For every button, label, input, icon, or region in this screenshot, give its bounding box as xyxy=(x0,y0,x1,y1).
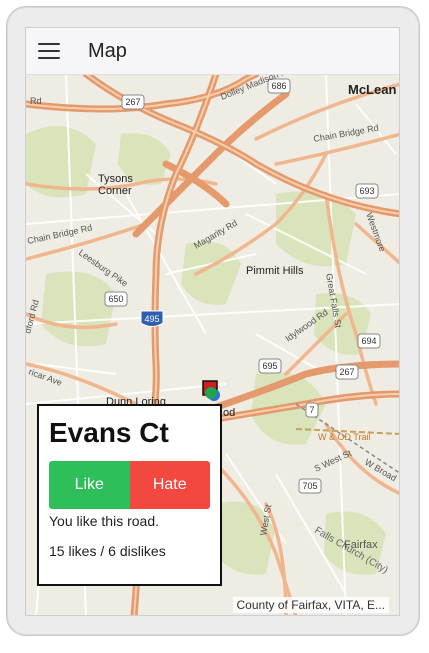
vote-counts: 15 likes / 6 dislikes xyxy=(49,543,166,559)
label-rd-top: Rd xyxy=(30,96,42,106)
label-wod-trail: W & OD Trail xyxy=(318,432,371,442)
location-marker-icon[interactable] xyxy=(202,380,226,404)
like-button[interactable]: Like xyxy=(49,461,130,509)
road-name: Evans Ct xyxy=(49,417,169,448)
label-mclean: McLean xyxy=(348,82,396,97)
shield-695: 695 xyxy=(262,361,277,371)
hate-button[interactable]: Hate xyxy=(129,461,210,509)
shield-650: 650 xyxy=(108,294,123,304)
shield-693: 693 xyxy=(359,186,374,196)
label-pimmit-hills: Pimmit Hills xyxy=(246,265,304,277)
page-title: Map xyxy=(88,39,127,62)
shield-495: 495 xyxy=(144,314,159,324)
vote-buttons: Like Hate xyxy=(49,461,210,509)
app-screen: Map 267 686 693 650 495 694 695 267 7 70… xyxy=(25,27,400,616)
shield-267-top: 267 xyxy=(125,97,140,107)
label-rd-trunc: od xyxy=(223,407,235,419)
shield-705: 705 xyxy=(302,481,317,491)
label-tysons: Tysons xyxy=(98,173,133,185)
shield-694: 694 xyxy=(361,336,376,346)
shield-7: 7 xyxy=(309,405,314,415)
vote-status: You like this road. xyxy=(49,513,159,529)
shield-267-right: 267 xyxy=(339,367,354,377)
shield-686: 686 xyxy=(271,81,286,91)
map-attribution[interactable]: County of Fairfax, VITA, E... xyxy=(232,597,389,613)
road-popup: Evans Ct Like Hate You like this road. 1… xyxy=(37,404,222,586)
hamburger-menu-icon[interactable] xyxy=(26,28,72,74)
app-bar: Map xyxy=(26,28,399,75)
label-corner: Corner xyxy=(98,185,132,197)
